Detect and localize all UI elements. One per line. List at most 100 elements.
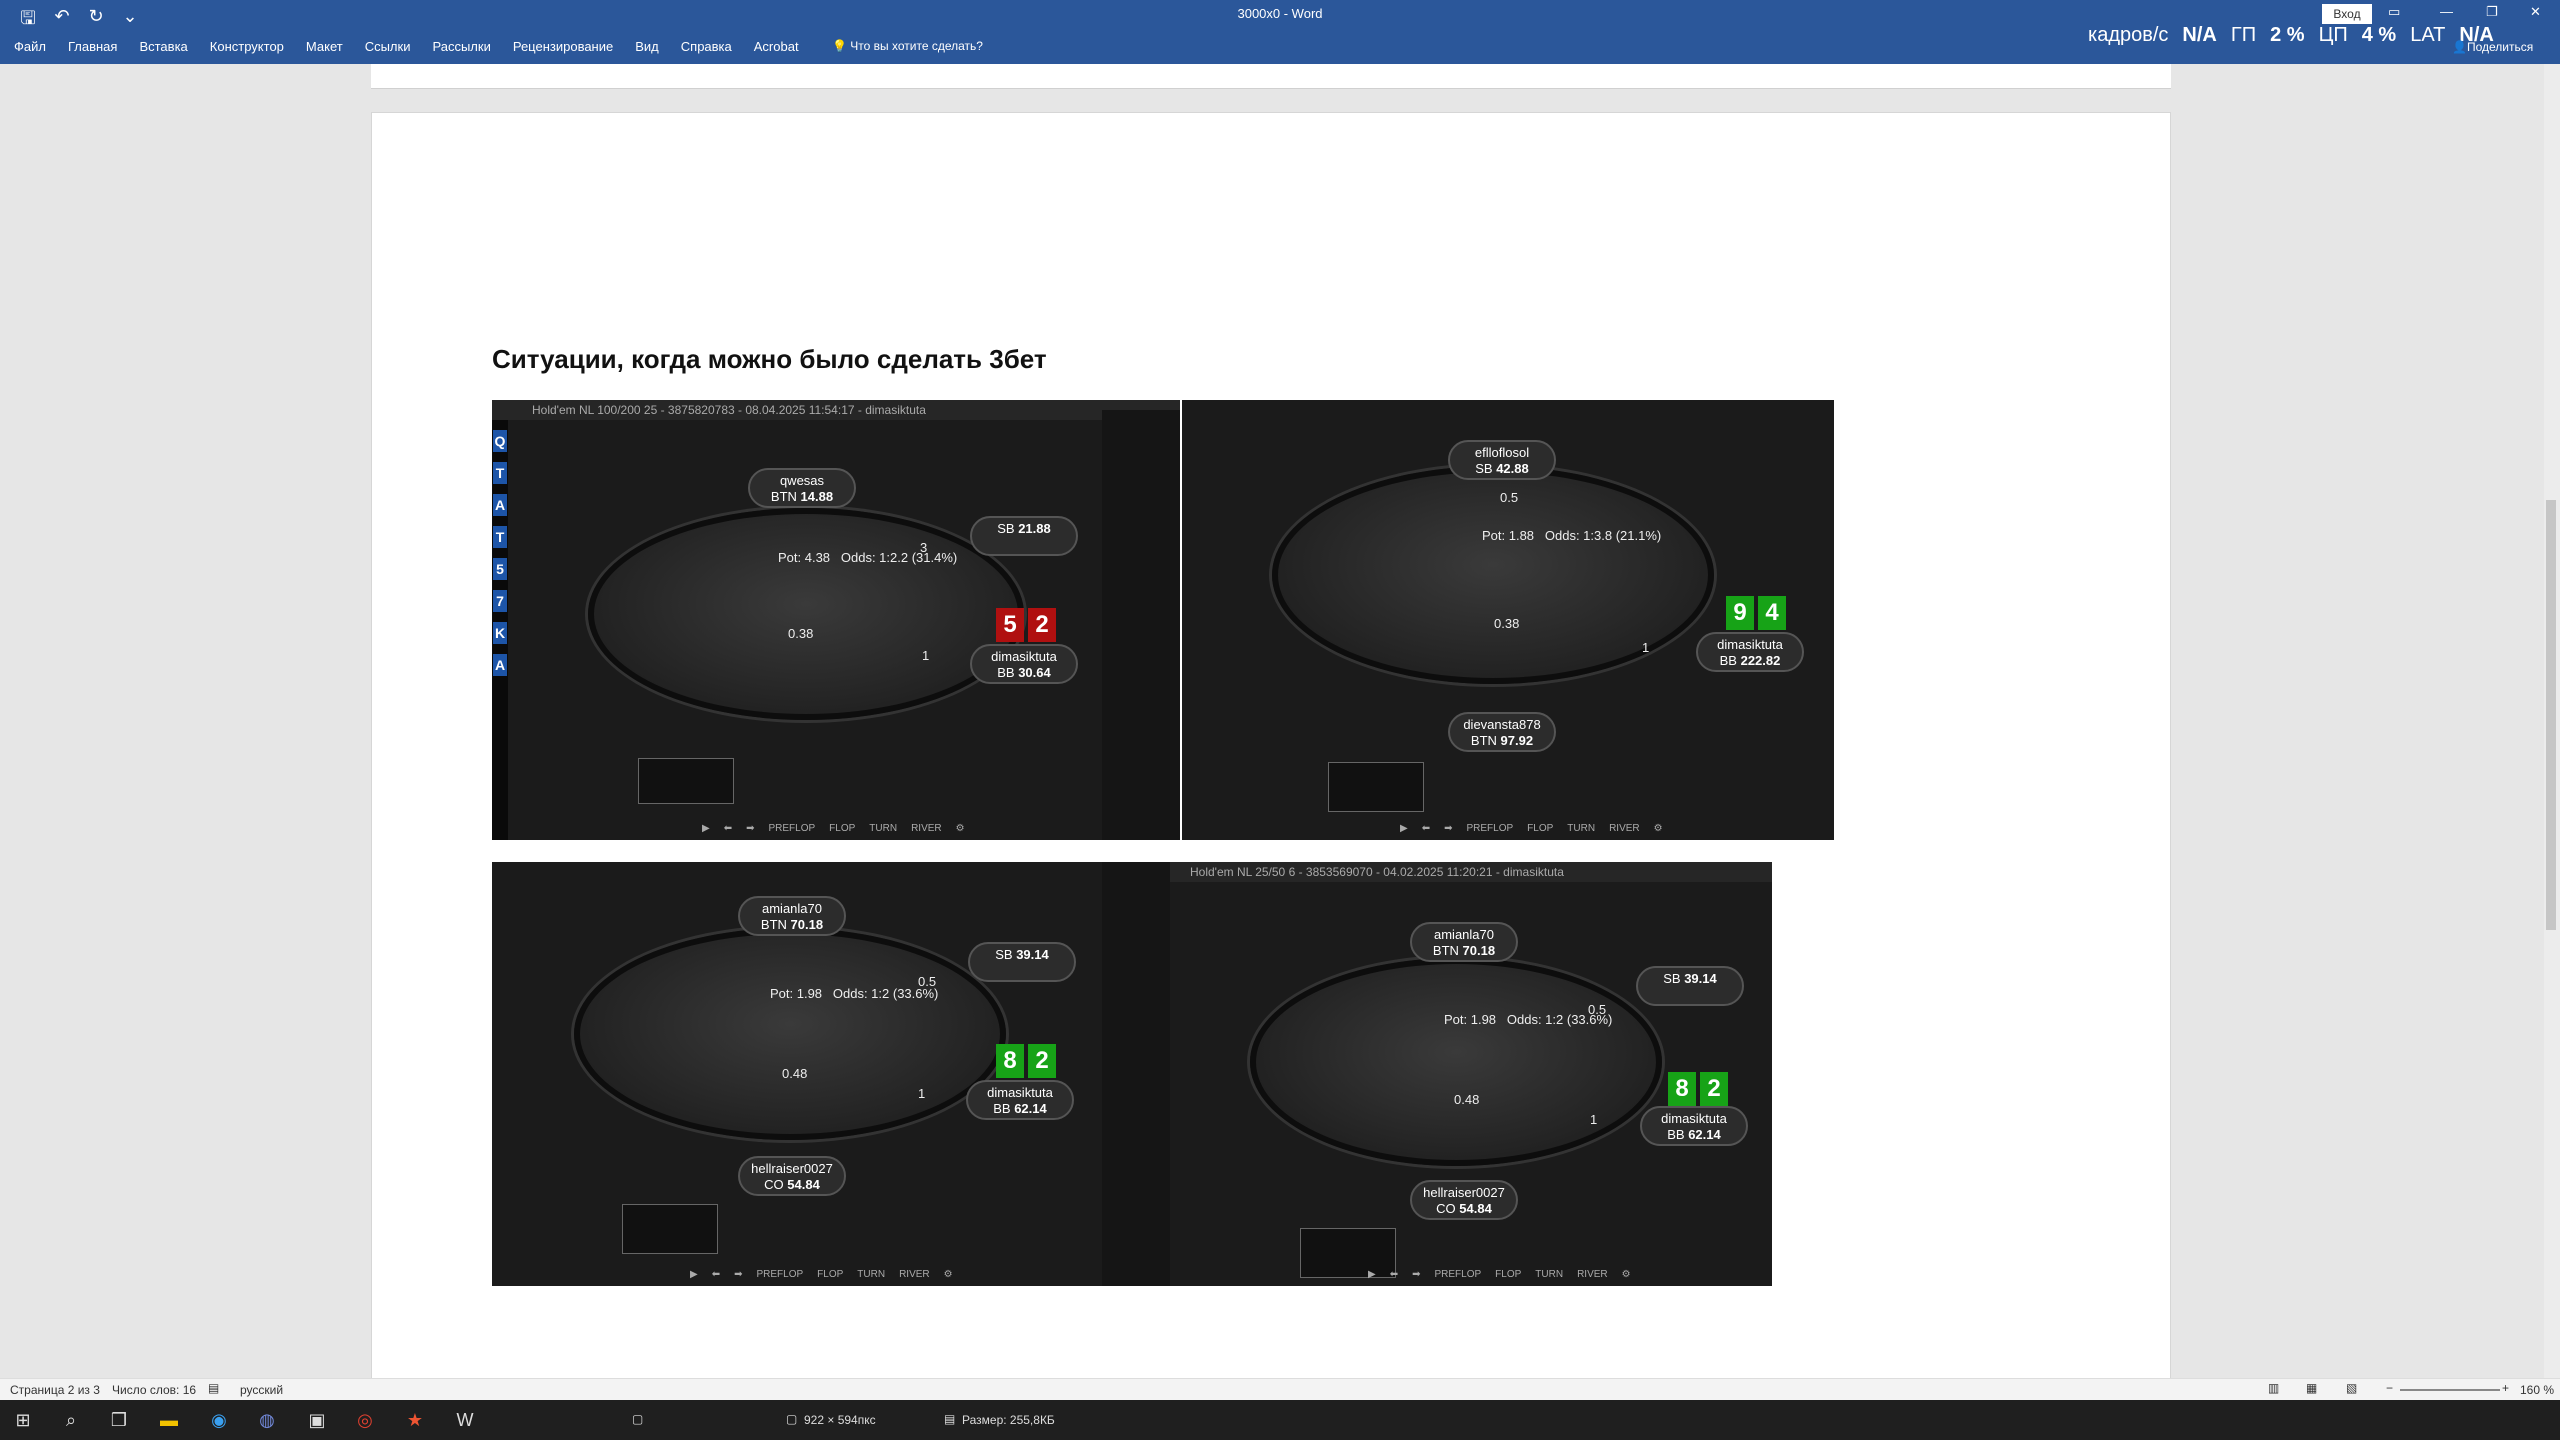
word-count[interactable]: Число слов: 16	[112, 1383, 196, 1397]
next-icon[interactable]: ➡	[1444, 823, 1452, 834]
signin-button[interactable]: Вход	[2322, 4, 2372, 24]
street-flop[interactable]: FLOP	[1527, 823, 1553, 834]
windows-start-icon[interactable]: ⊞	[10, 1408, 36, 1432]
tab-help[interactable]: Справка	[681, 39, 732, 54]
restore-icon[interactable]: ❐	[2486, 4, 2498, 20]
player-position: BTN	[1470, 733, 1497, 748]
pokerstars-icon[interactable]: ★	[402, 1408, 428, 1432]
settings-icon[interactable]: ⚙	[944, 1269, 953, 1280]
street-flop[interactable]: FLOP	[817, 1269, 843, 1280]
player-stack: 70.18	[790, 917, 824, 932]
player-position: BTN	[770, 489, 797, 504]
epic-games-icon[interactable]: ▣	[304, 1408, 330, 1432]
player-hud	[1328, 762, 1424, 812]
player-name: hellraiser0027	[1423, 1185, 1505, 1200]
play-icon[interactable]: ▶	[1400, 823, 1408, 834]
poker-table	[574, 928, 1006, 1140]
discord-icon[interactable]: ◍	[254, 1408, 280, 1432]
fps-value: N/A	[2182, 24, 2217, 46]
tab-design[interactable]: Конструктор	[210, 39, 284, 54]
play-icon[interactable]: ▶	[702, 823, 710, 834]
ribbon-display-icon[interactable]: ▭	[2388, 4, 2400, 20]
pot-text: Pot: 1.98 Odds: 1:2 (33.6%)	[770, 986, 938, 1001]
street-preflop[interactable]: PREFLOP	[768, 823, 815, 834]
prev-icon[interactable]: ⬅	[724, 823, 732, 834]
street-river[interactable]: RIVER	[899, 1269, 930, 1280]
task-view-icon[interactable]: ❒	[106, 1408, 132, 1432]
minimize-icon[interactable]: —	[2440, 4, 2453, 19]
street-river[interactable]: RIVER	[1609, 823, 1640, 834]
tab-review[interactable]: Рецензирование	[513, 39, 613, 54]
zoom-level[interactable]: 160 %	[2520, 1383, 2554, 1397]
scrollbar-thumb[interactable]	[2546, 500, 2556, 930]
next-icon[interactable]: ➡	[746, 823, 754, 834]
zoom-in-icon[interactable]: +	[2502, 1381, 2509, 1395]
prev-icon[interactable]: ⬅	[1390, 1269, 1398, 1280]
document-heading[interactable]: Ситуации, когда можно было сделать 3бет	[492, 344, 1047, 375]
play-icon[interactable]: ▶	[1368, 1269, 1376, 1280]
zoom-slider[interactable]	[2400, 1389, 2500, 1391]
street-turn[interactable]: TURN	[857, 1269, 885, 1280]
tab-layout[interactable]: Макет	[306, 39, 343, 54]
settings-icon[interactable]: ⚙	[1622, 1269, 1631, 1280]
bet-chip: 0.48	[782, 1066, 808, 1081]
web-layout-icon[interactable]: ▧	[2346, 1381, 2357, 1395]
player-stack: 54.84	[787, 1177, 820, 1192]
poker-screenshot-4: Hold'em NL 25/50 6 - 3853569070 - 04.02.…	[1170, 862, 1772, 1286]
edge-icon[interactable]: ◉	[206, 1408, 232, 1432]
hero-plate: dimasiktuta BB 30.64	[970, 644, 1078, 684]
street-preflop[interactable]: PREFLOP	[1434, 1269, 1481, 1280]
street-flop[interactable]: FLOP	[1495, 1269, 1521, 1280]
street-river[interactable]: RIVER	[1577, 1269, 1608, 1280]
player-stack: 62.14	[1014, 1101, 1047, 1116]
document-title: 3000x0 - Word	[1237, 6, 1323, 21]
tab-references[interactable]: Ссылки	[365, 39, 411, 54]
street-flop[interactable]: FLOP	[829, 823, 855, 834]
player-plate: amianla70 BTN 70.18	[738, 896, 846, 936]
proofing-icon[interactable]: ▤	[208, 1381, 219, 1395]
street-preflop[interactable]: PREFLOP	[756, 1269, 803, 1280]
print-layout-icon[interactable]: ▦	[2306, 1381, 2317, 1395]
word-icon[interactable]: W	[452, 1408, 478, 1432]
tab-acrobat[interactable]: Acrobat	[754, 39, 799, 54]
street-river[interactable]: RIVER	[911, 823, 942, 834]
ribbon-tabs: Файл Главная Вставка Конструктор Макет С…	[14, 39, 821, 54]
language[interactable]: русский	[240, 1383, 283, 1397]
tab-home[interactable]: Главная	[68, 39, 117, 54]
tab-view[interactable]: Вид	[635, 39, 659, 54]
search-icon[interactable]: ⌕	[58, 1408, 84, 1432]
street-turn[interactable]: TURN	[869, 823, 897, 834]
chrome-icon[interactable]: ◎	[352, 1408, 378, 1432]
file-explorer-icon[interactable]: ▬	[156, 1408, 182, 1432]
settings-icon[interactable]: ⚙	[956, 823, 965, 834]
page-count[interactable]: Страница 2 из 3	[10, 1383, 100, 1397]
read-mode-icon[interactable]: ▥	[2268, 1381, 2279, 1395]
next-icon[interactable]: ➡	[1412, 1269, 1420, 1280]
tell-me-search[interactable]: 💡 Что вы хотите сделать?	[832, 39, 983, 53]
street-turn[interactable]: TURN	[1567, 823, 1595, 834]
tab-mailings[interactable]: Рассылки	[432, 39, 490, 54]
player-stack: 222.82	[1740, 653, 1781, 668]
play-icon[interactable]: ▶	[690, 1269, 698, 1280]
next-icon[interactable]: ➡	[734, 1269, 742, 1280]
bet-chip: 0.38	[788, 626, 814, 641]
settings-icon[interactable]: ⚙	[1654, 823, 1663, 834]
share-button[interactable]: 👤Поделиться	[2452, 40, 2533, 54]
tab-file[interactable]: Файл	[14, 39, 46, 54]
player-stack: 97.92	[1500, 733, 1534, 748]
tab-insert[interactable]: Вставка	[139, 39, 187, 54]
title-bar: 🖫 ↶ ↻ ⌄ 3000x0 - Word Вход ▭ — ❐ ✕ Файл …	[0, 0, 2560, 64]
close-icon[interactable]: ✕	[2530, 4, 2541, 20]
hand-header: Hold'em NL 100/200 25 - 3875820783 - 08.…	[492, 400, 1180, 420]
player-position: CO	[1436, 1201, 1456, 1216]
prev-icon[interactable]: ⬅	[712, 1269, 720, 1280]
prev-icon[interactable]: ⬅	[1422, 823, 1430, 834]
bet-chip: 0.5	[918, 974, 937, 989]
street-turn[interactable]: TURN	[1535, 1269, 1563, 1280]
dimensions-icon: ▢	[786, 1412, 798, 1426]
player-position: CO	[764, 1177, 784, 1192]
history-letter: Q	[493, 430, 507, 452]
street-preflop[interactable]: PREFLOP	[1466, 823, 1513, 834]
taskbar: ⊞ ⌕ ❒ ▬ ◉ ◍ ▣ ◎ ★ W ▢ ▢ 922 × 594пкс ▤ Р…	[0, 1400, 2560, 1440]
zoom-out-icon[interactable]: −	[2386, 1381, 2393, 1395]
